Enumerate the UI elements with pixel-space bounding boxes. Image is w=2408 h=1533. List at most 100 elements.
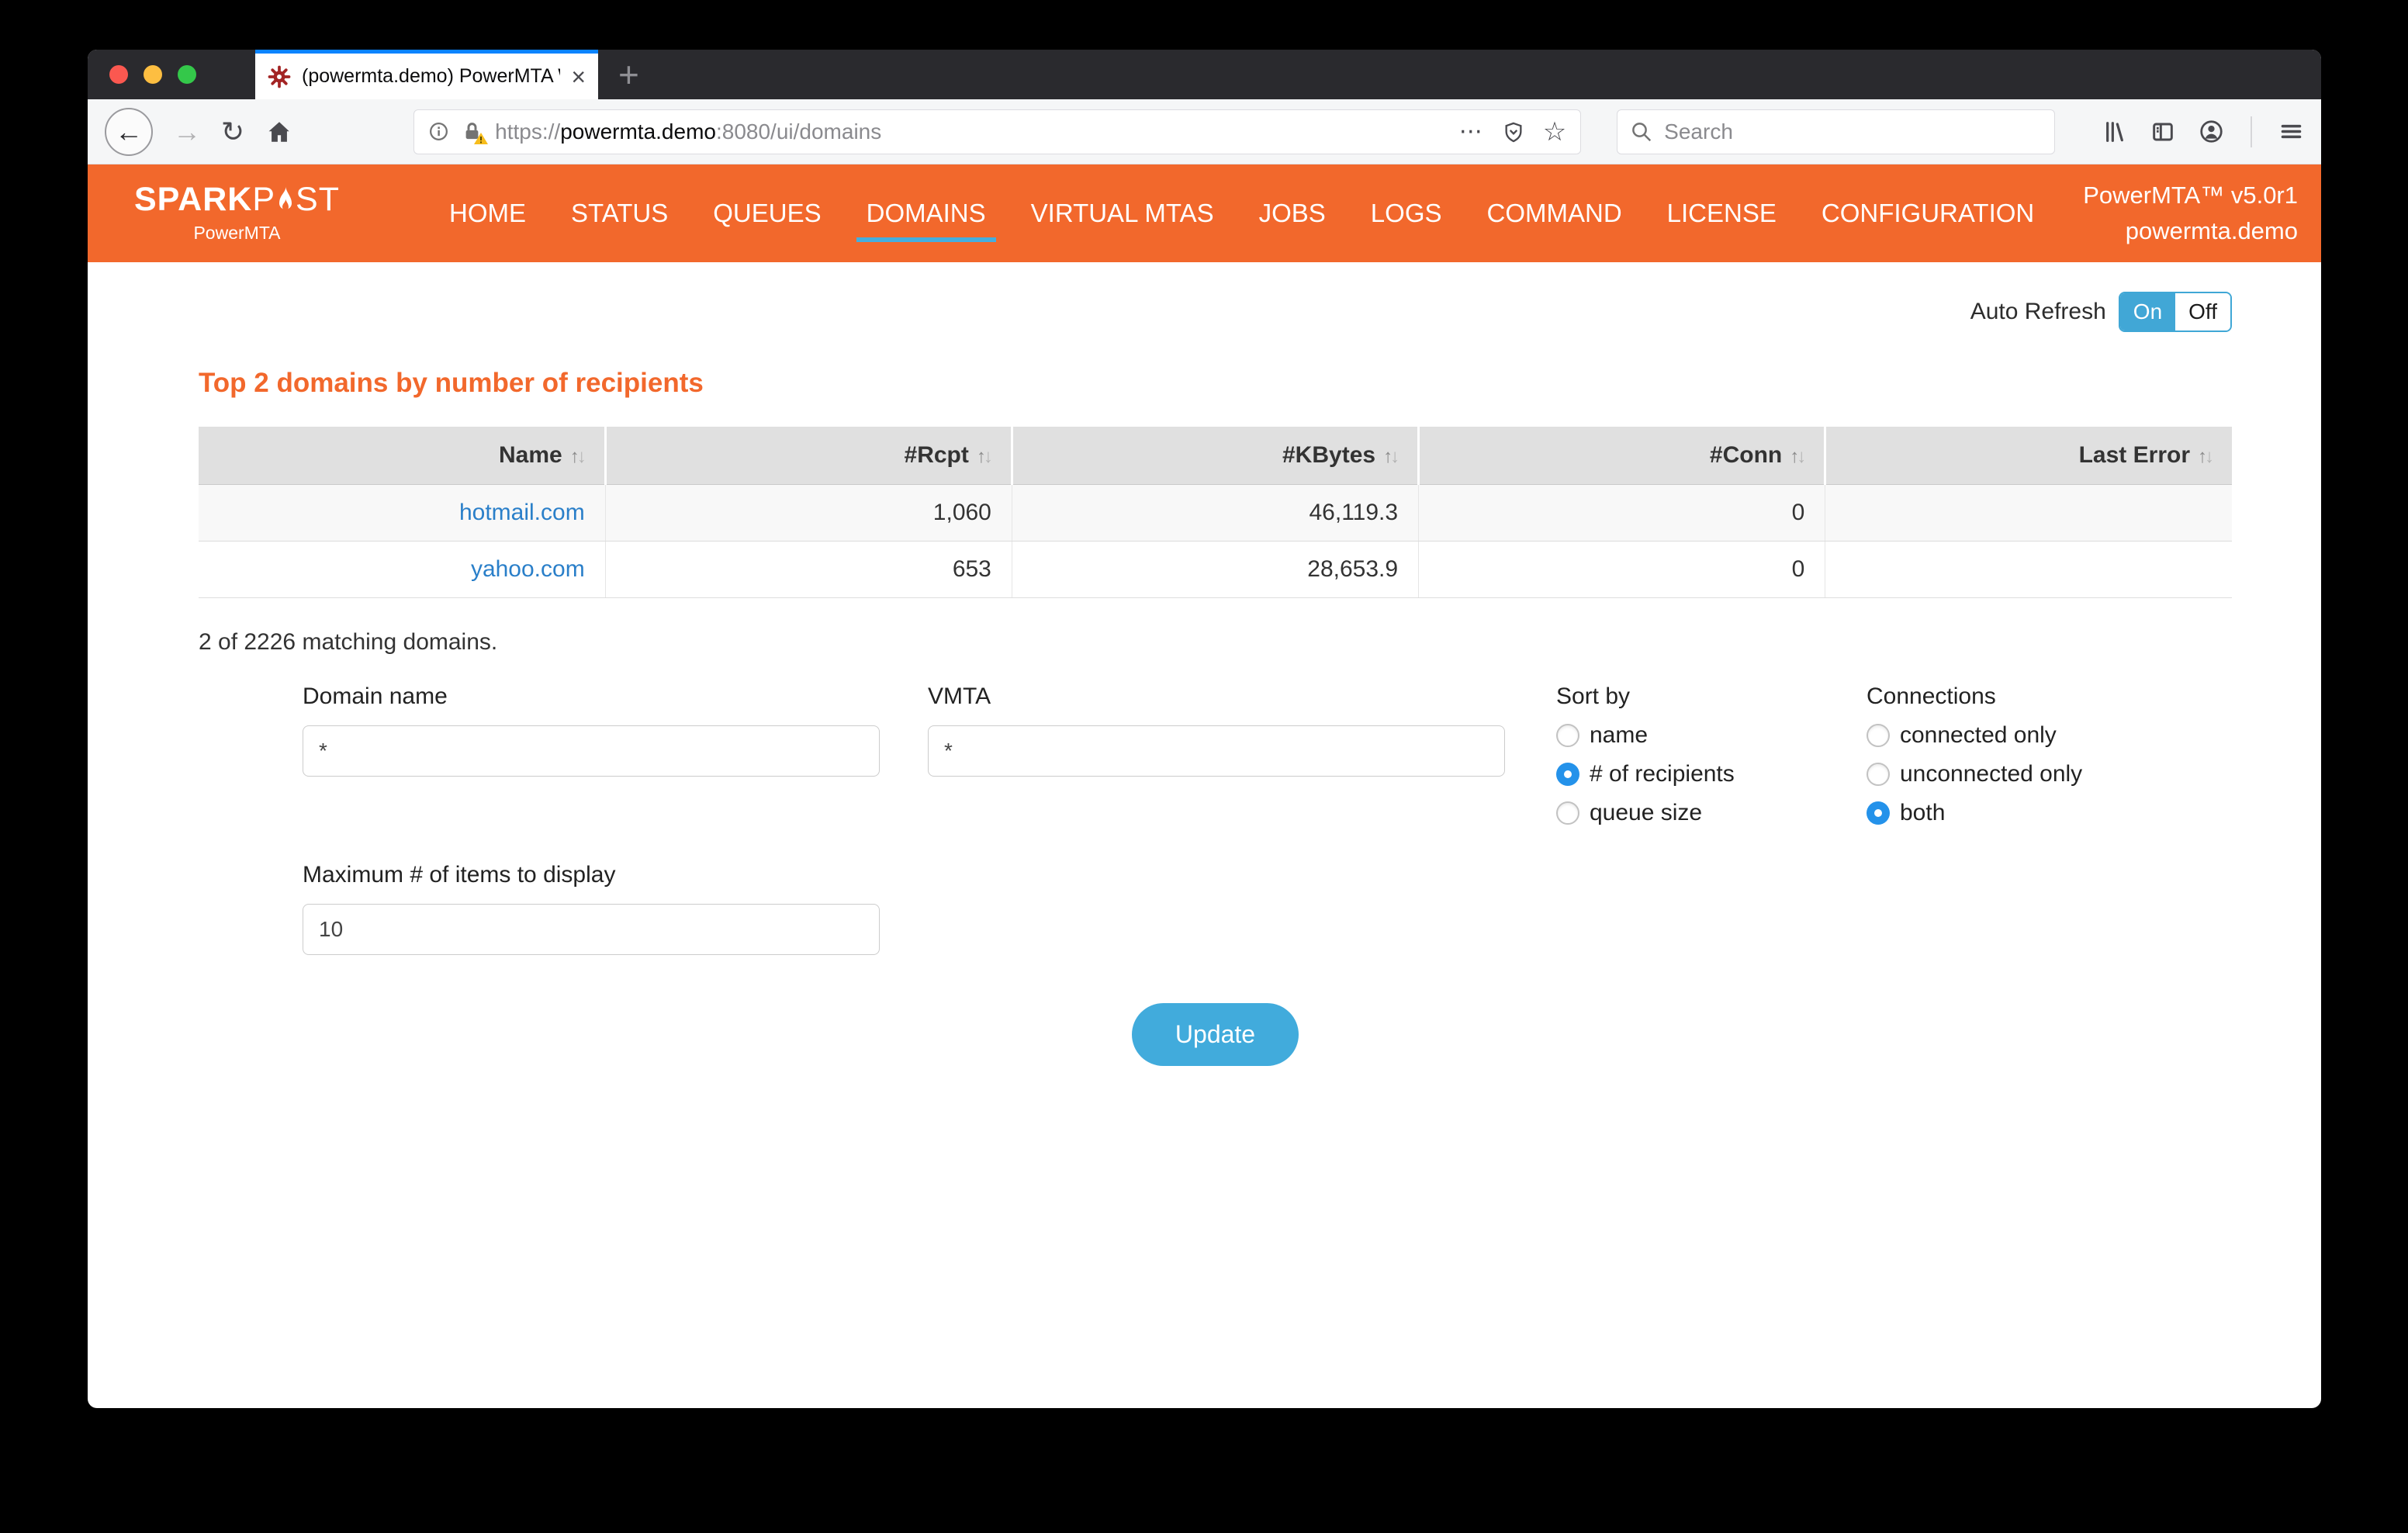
conn-value: 0 [1418, 484, 1825, 542]
nav-item-jobs[interactable]: JOBS [1237, 186, 1348, 241]
connections-option-both[interactable]: both [1867, 800, 2192, 826]
page-content: Auto Refresh On Off Top 2 domains by num… [88, 262, 2321, 1066]
nav-item-virtual-mtas[interactable]: VIRTUAL MTAS [1009, 186, 1237, 241]
insecure-warning-icon [474, 133, 489, 144]
sidebar-button[interactable] [2150, 119, 2175, 144]
page-title: Top 2 domains by number of recipients [199, 368, 704, 398]
browser-window: (powermta.demo) PowerMTA W × + ← → ↻ htt… [88, 50, 2321, 1408]
auto-refresh-off-button[interactable]: Off [2175, 293, 2230, 330]
back-button[interactable]: ← [105, 107, 153, 156]
close-window-button[interactable] [109, 65, 128, 84]
radio-selected-icon[interactable] [1867, 801, 1890, 825]
sort-desc-icon: ↓ [983, 446, 993, 467]
flame-icon [279, 186, 292, 210]
connection-security-button[interactable] [462, 121, 489, 144]
connections-label: Connections [1867, 683, 1996, 709]
sidebar-icon [2153, 123, 2173, 140]
column-header-last-error[interactable]: Last Error ↑↓ [1824, 427, 2232, 485]
connections-option-unconnected[interactable]: unconnected only [1867, 761, 2192, 787]
radio-icon[interactable] [1556, 801, 1579, 825]
nav-item-status[interactable]: STATUS [548, 186, 690, 241]
logo-text-st: ST [296, 181, 340, 218]
nav-item-queues[interactable]: QUEUES [690, 186, 843, 241]
max-items-label: Maximum # of items to display [303, 862, 616, 888]
rcpt-value: 1,060 [604, 484, 1012, 542]
pocket-icon[interactable] [1503, 120, 1524, 144]
connections-group: Connections connected only unconnected o… [1867, 683, 2192, 826]
sort-desc-icon: ↓ [1390, 446, 1399, 467]
domains-table: Name ↑↓ #Rcpt ↑↓ #KBytes ↑↓ #Conn ↑↓ Last Er… [199, 427, 2232, 598]
connections-option-connected[interactable]: connected only [1867, 722, 2192, 749]
domain-name-input[interactable] [303, 725, 880, 777]
browser-tab[interactable]: (powermta.demo) PowerMTA W × [255, 50, 598, 99]
url-path: :8080/ui/domains [715, 119, 882, 144]
vmta-label: VMTA [928, 683, 991, 709]
nav-item-command[interactable]: COMMAND [1465, 186, 1645, 241]
forward-icon: → [173, 115, 201, 147]
radio-icon[interactable] [1556, 724, 1579, 747]
filter-form-row: Domain name VMTA Sort by name # of recip… [303, 683, 2232, 826]
url-bar[interactable]: https://powermta.demo:8080/ui/domains ⋯ … [413, 109, 1582, 154]
sort-by-option-name[interactable]: name [1556, 722, 1825, 749]
conn-value: 0 [1418, 541, 1825, 598]
account-button[interactable] [2199, 119, 2224, 144]
nav-item-configuration[interactable]: CONFIGURATION [1799, 186, 2057, 241]
minimize-window-button[interactable] [144, 65, 162, 84]
column-header-name[interactable]: Name ↑↓ [199, 427, 606, 485]
nav-item-home[interactable]: HOME [427, 186, 548, 241]
menu-button[interactable] [2278, 119, 2304, 144]
domain-name-label: Domain name [303, 683, 448, 709]
column-header-kbytes[interactable]: #KBytes ↑↓ [1010, 427, 1419, 485]
forward-button[interactable]: → [173, 116, 201, 148]
kbytes-value: 46,119.3 [1011, 484, 1419, 542]
radio-icon[interactable] [1867, 724, 1890, 747]
sort-by-option-queue-size[interactable]: queue size [1556, 800, 1825, 826]
sort-by-label: Sort by [1556, 683, 1631, 709]
main-menu: HOME STATUS QUEUES DOMAINS VIRTUAL MTAS … [427, 186, 2057, 242]
nav-item-logs[interactable]: LOGS [1348, 186, 1465, 241]
sort-asc-icon: ↑ [976, 446, 986, 467]
logo-subtitle: PowerMTA [193, 223, 281, 243]
column-header-rcpt[interactable]: #Rcpt ↑↓ [604, 427, 1012, 485]
browser-toolbar: ← → ↻ https://powermta.demo:8080/ui/doma… [88, 99, 2321, 164]
page-actions-icon[interactable]: ⋯ [1459, 118, 1484, 145]
sort-asc-icon: ↑ [569, 446, 580, 467]
tab-bar: (powermta.demo) PowerMTA W × + [88, 50, 2321, 99]
domain-link[interactable]: yahoo.com [471, 556, 585, 582]
sort-by-group: Sort by name # of recipients queue size [1556, 683, 1825, 826]
home-icon [268, 121, 289, 142]
auto-refresh-label: Auto Refresh [1970, 299, 2106, 324]
last-error-value [1825, 541, 2232, 598]
domain-link[interactable]: hotmail.com [459, 500, 585, 525]
search-input[interactable] [1664, 119, 2043, 144]
search-bar[interactable] [1617, 109, 2056, 154]
favicon-gear-icon [268, 65, 291, 88]
radio-selected-icon[interactable] [1556, 763, 1579, 786]
url-text[interactable]: https://powermta.demo:8080/ui/domains [495, 119, 881, 144]
domain-name-field-group: Domain name [303, 683, 880, 826]
max-items-input[interactable] [303, 904, 880, 955]
back-icon: ← [115, 115, 143, 147]
zoom-window-button[interactable] [178, 65, 196, 84]
vmta-input[interactable] [928, 725, 1505, 777]
new-tab-button[interactable]: + [618, 54, 639, 95]
nav-item-domains[interactable]: DOMAINS [844, 186, 1009, 242]
radio-icon[interactable] [1867, 763, 1890, 786]
tab-title: (powermta.demo) PowerMTA W [302, 65, 561, 87]
home-button[interactable] [266, 119, 292, 145]
toolbar-separator [2251, 116, 2252, 147]
sort-by-option-recipients[interactable]: # of recipients [1556, 761, 1825, 787]
column-header-conn[interactable]: #Conn ↑↓ [1417, 427, 1825, 485]
update-button[interactable]: Update [1131, 1003, 1299, 1066]
nav-item-license[interactable]: LICENSE [1645, 186, 1799, 241]
auto-refresh-on-button[interactable]: On [2119, 293, 2176, 330]
sparkpost-logo: SPARK P ST PowerMTA [134, 183, 340, 244]
product-version: PowerMTA™ v5.0r1 [2083, 182, 2298, 209]
library-button[interactable] [2102, 119, 2127, 144]
tab-close-icon[interactable]: × [571, 64, 586, 89]
reload-button[interactable]: ↻ [221, 116, 244, 148]
sort-asc-icon: ↑ [1790, 446, 1799, 467]
page-info-icon[interactable] [428, 121, 449, 142]
vmta-field-group: VMTA [928, 683, 1505, 826]
bookmark-star-icon[interactable]: ☆ [1543, 116, 1566, 147]
